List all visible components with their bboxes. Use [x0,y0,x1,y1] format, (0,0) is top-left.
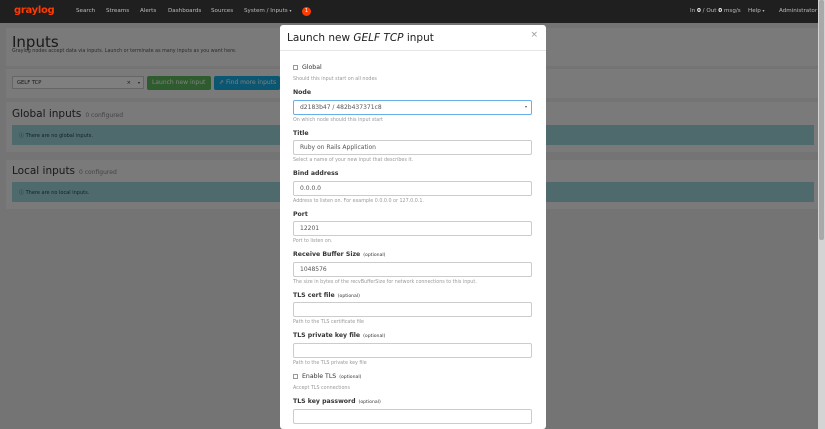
nav-search[interactable]: Search [76,8,95,14]
bind-address-input[interactable]: 0.0.0.0 [293,181,532,196]
global-help: Should this input start on all nodes [293,77,377,82]
tls-cert-file-input[interactable] [293,302,532,317]
tls-cert-file-label-text: TLS cert file [293,292,335,299]
nav-sources[interactable]: Sources [211,8,233,14]
caret-down-icon: ▾ [289,8,292,13]
tls-private-key-file-label: TLS private key file (optional) [293,332,385,339]
tls-private-key-file-help: Path to the TLS private key file [293,361,367,366]
scrollbar-thumb[interactable] [819,0,824,240]
tls-key-password-label-text: TLS key password [293,398,356,405]
tls-cert-file-label: TLS cert file (optional) [293,292,360,299]
nav-dashboards[interactable]: Dashboards [168,8,201,14]
receive-buffer-size-label: Receive Buffer Size (optional) [293,251,385,258]
top-navbar: graylog Search Streams Alerts Dashboards… [0,0,821,23]
port-help: Port to listen on. [293,239,333,244]
bind-address-help: Address to listen on. For example 0.0.0.… [293,199,424,204]
throughput-in-label: In [690,8,696,14]
tls-private-key-file-label-text: TLS private key file [293,332,361,339]
close-icon[interactable]: × [530,30,538,40]
node-help: On which node should this input start [293,118,384,123]
node-label: Node [293,89,312,96]
port-input[interactable]: 12201 [293,221,532,236]
global-checkbox[interactable] [293,64,298,70]
throughput-out-value: 0 [718,8,723,14]
node-select-value: d2183b47 / 482b437371c8 [300,104,382,111]
tls-key-password-input[interactable] [293,409,532,424]
enable-tls-checkbox[interactable] [293,373,298,379]
modal-title-suffix: input [406,32,434,44]
nav-user-menu[interactable]: Administrator ▾ [779,8,821,14]
caret-down-icon: ▾ [524,104,527,109]
title-label: Title [293,130,309,137]
bind-address-label: Bind address [293,170,339,177]
nav-user-label: Administrator [779,8,818,14]
tls-private-key-file-input[interactable] [293,343,532,358]
enable-tls-checkbox-row[interactable]: Enable TLS (optional) [293,373,361,380]
modal-header-divider [280,50,546,51]
nav-system-menu[interactable]: System / Inputs ▾ [244,8,292,14]
node-select[interactable]: d2183b47 / 482b437371c8 ▾ [293,100,532,115]
optional-tag: (optional) [363,253,386,258]
title-input[interactable]: Ruby on Rails Application [293,140,532,155]
throughput-in-value: 0 [696,8,701,14]
modal-title-type: GELF TCP [353,32,404,44]
caret-down-icon: ▾ [762,8,765,13]
optional-tag: (optional) [363,334,386,339]
notifications-badge[interactable]: 1 [302,7,311,16]
optional-tag: (optional) [339,375,362,380]
throughput-out-label: / Out [702,8,717,14]
receive-buffer-size-label-text: Receive Buffer Size [293,251,361,258]
nav-help-menu[interactable]: Help ▾ [748,8,765,14]
nav-system-label: System / Inputs [244,8,288,14]
launch-input-modal: Launch new GELF TCP input × Global Shoul… [280,25,546,429]
nav-streams[interactable]: Streams [106,8,129,14]
modal-title: Launch new GELF TCP input [287,32,434,44]
graylog-logo[interactable]: graylog [14,5,55,16]
optional-tag: (optional) [358,400,381,405]
global-checkbox-row[interactable]: Global [293,64,322,71]
optional-tag: (optional) [337,294,360,299]
nav-alerts[interactable]: Alerts [140,8,156,14]
enable-tls-label: Enable TLS [302,373,337,380]
receive-buffer-size-input[interactable]: 1048576 [293,262,532,277]
tls-key-password-label: TLS key password (optional) [293,398,381,405]
throughput-unit: msg/s [723,8,741,14]
modal-title-prefix: Launch new [287,32,351,44]
port-label: Port [293,211,308,218]
nav-help-label: Help [748,8,761,14]
global-checkbox-label: Global [302,64,322,71]
tls-cert-file-help: Path to the TLS certificate file [293,320,365,325]
receive-buffer-size-help: The size in bytes of the recvBufferSize … [293,280,477,285]
throughput-indicator: In 0 / Out 0 msg/s [690,8,741,14]
title-help: Select a name of your new input that des… [293,158,414,163]
enable-tls-help: Accept TLS connections [293,386,350,391]
